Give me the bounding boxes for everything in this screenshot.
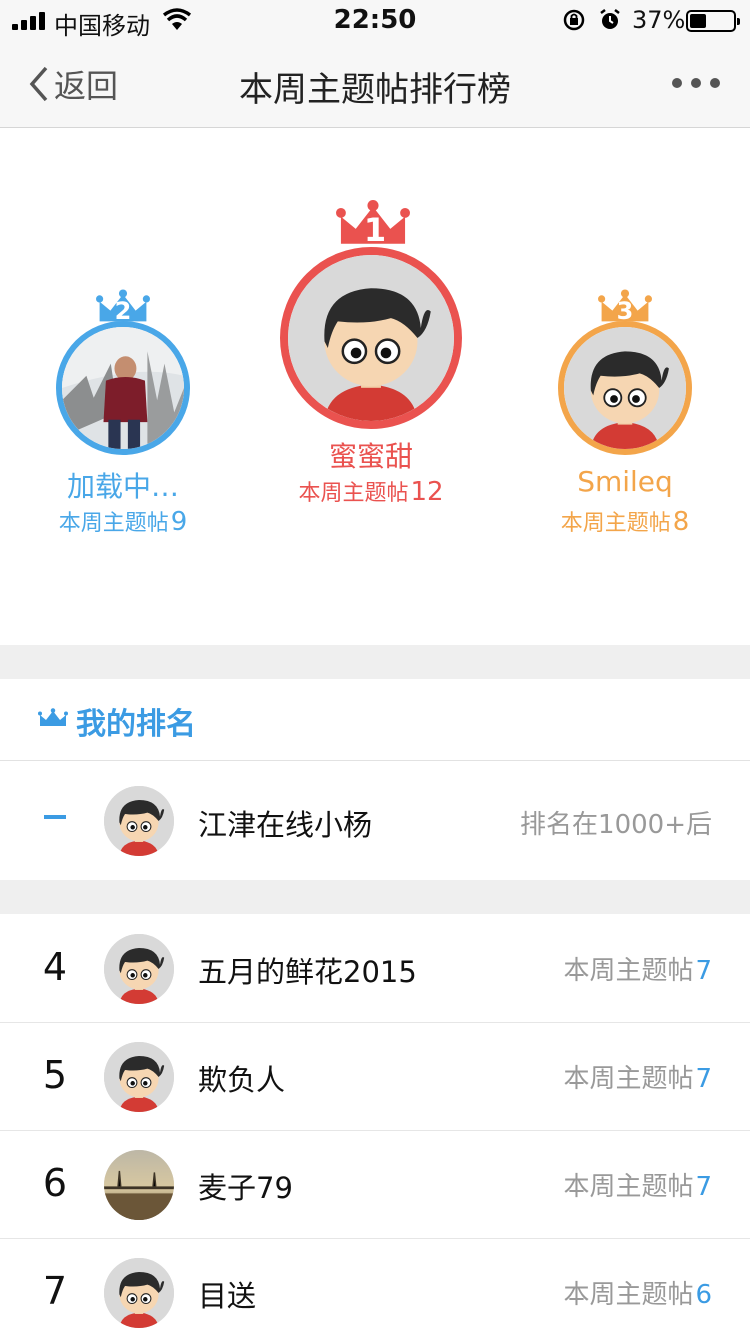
count-value: 6 bbox=[695, 1280, 712, 1310]
photo-avatar bbox=[104, 1150, 174, 1220]
user-name: 欺负人 bbox=[198, 1063, 286, 1097]
post-count: 本周主题帖6 bbox=[563, 1274, 712, 1311]
podium-name: 加载中… bbox=[66, 470, 179, 503]
podium-first[interactable]: 1 蜜蜜甜 本周主题帖12 bbox=[270, 199, 480, 509]
podium-third[interactable]: 3 Smileq 本周主题帖8 bbox=[532, 289, 718, 539]
post-count: 本周主题帖7 bbox=[563, 1058, 712, 1095]
user-name: 麦子79 bbox=[198, 1171, 293, 1205]
count-label: 本周主题帖 bbox=[563, 1172, 694, 1202]
more-dots-icon[interactable] bbox=[672, 76, 720, 90]
post-count: 本周主题帖7 bbox=[563, 1166, 712, 1203]
podium-count: 本周主题帖12 bbox=[270, 475, 472, 507]
list-item[interactable]: 6 麦子79 本周主题帖7 bbox=[0, 1131, 750, 1239]
user-name: 五月的鲜花2015 bbox=[198, 955, 417, 989]
battery-icon bbox=[686, 10, 740, 32]
navigation-bar: 返回 本周主题帖排行榜 bbox=[0, 40, 750, 128]
cartoon-avatar bbox=[104, 1258, 174, 1328]
my-rank-header: 我的排名 bbox=[0, 679, 750, 761]
avatar[interactable] bbox=[104, 786, 174, 856]
count-label: 本周主题帖 bbox=[58, 511, 169, 536]
rank-number: 5 bbox=[42, 1053, 68, 1097]
list-item[interactable]: 7 目送 本周主题帖6 bbox=[0, 1239, 750, 1334]
cartoon-avatar bbox=[564, 327, 686, 449]
avatar[interactable] bbox=[104, 934, 174, 1004]
crown-icon bbox=[38, 707, 68, 729]
my-rank-row[interactable]: – 江津在线小杨 排名在1000+后 bbox=[0, 762, 750, 880]
podium-name: 蜜蜜甜 bbox=[328, 440, 413, 473]
avatar[interactable] bbox=[104, 1258, 174, 1328]
rank-status: 排名在1000+后 bbox=[520, 810, 712, 840]
count-label: 本周主题帖 bbox=[563, 1280, 694, 1310]
list-item[interactable]: 4 五月的鲜花2015 本周主题帖7 bbox=[0, 915, 750, 1023]
cartoon-avatar bbox=[104, 1042, 174, 1112]
podium-count: 本周主题帖9 bbox=[30, 505, 216, 537]
count-label: 本周主题帖 bbox=[563, 956, 694, 986]
avatar[interactable] bbox=[56, 321, 190, 455]
my-rank-title: 我的排名 bbox=[76, 707, 196, 742]
top-three-podium: 2 加载中… 本周主题帖9 1 蜜蜜甜 本周主题帖12 3 Smileq 本周主… bbox=[0, 129, 750, 645]
count-value: 7 bbox=[695, 956, 712, 986]
podium-second[interactable]: 2 加载中… 本周主题帖9 bbox=[30, 289, 216, 539]
cartoon-avatar bbox=[288, 255, 454, 421]
count-label: 本周主题帖 bbox=[560, 511, 671, 536]
battery-percent: 37% bbox=[632, 6, 686, 34]
status-bar: 中国移动 22:50 37% bbox=[0, 0, 750, 40]
count-value: 7 bbox=[695, 1172, 712, 1202]
avatar[interactable] bbox=[558, 321, 692, 455]
user-name: 江津在线小杨 bbox=[198, 808, 373, 842]
podium-name: Smileq bbox=[577, 465, 673, 498]
avatar[interactable] bbox=[280, 247, 462, 429]
count-label: 本周主题帖 bbox=[563, 1064, 694, 1094]
post-count: 本周主题帖7 bbox=[563, 950, 712, 987]
cartoon-avatar bbox=[104, 786, 174, 856]
count-value: 8 bbox=[672, 507, 690, 537]
rank-number: 7 bbox=[42, 1269, 68, 1313]
rank-number: 6 bbox=[42, 1161, 68, 1205]
count-value: 7 bbox=[695, 1064, 712, 1094]
photo-avatar bbox=[62, 327, 184, 449]
cartoon-avatar bbox=[104, 934, 174, 1004]
rotation-lock-icon bbox=[562, 8, 586, 36]
avatar[interactable] bbox=[104, 1150, 174, 1220]
count-value: 9 bbox=[170, 507, 188, 537]
count-label: 本周主题帖 bbox=[298, 481, 409, 506]
rank-number: 4 bbox=[42, 945, 68, 989]
section-divider bbox=[0, 645, 750, 679]
section-divider bbox=[0, 880, 750, 914]
avatar[interactable] bbox=[104, 1042, 174, 1112]
rank-dash bbox=[44, 815, 66, 819]
list-item[interactable]: 5 欺负人 本周主题帖7 bbox=[0, 1023, 750, 1131]
user-name: 目送 bbox=[198, 1279, 257, 1313]
rank-number: 1 bbox=[363, 211, 387, 249]
podium-count: 本周主题帖8 bbox=[532, 505, 718, 537]
count-value: 12 bbox=[410, 477, 444, 507]
page-title: 本周主题帖排行榜 bbox=[239, 70, 511, 110]
alarm-icon bbox=[598, 8, 622, 36]
